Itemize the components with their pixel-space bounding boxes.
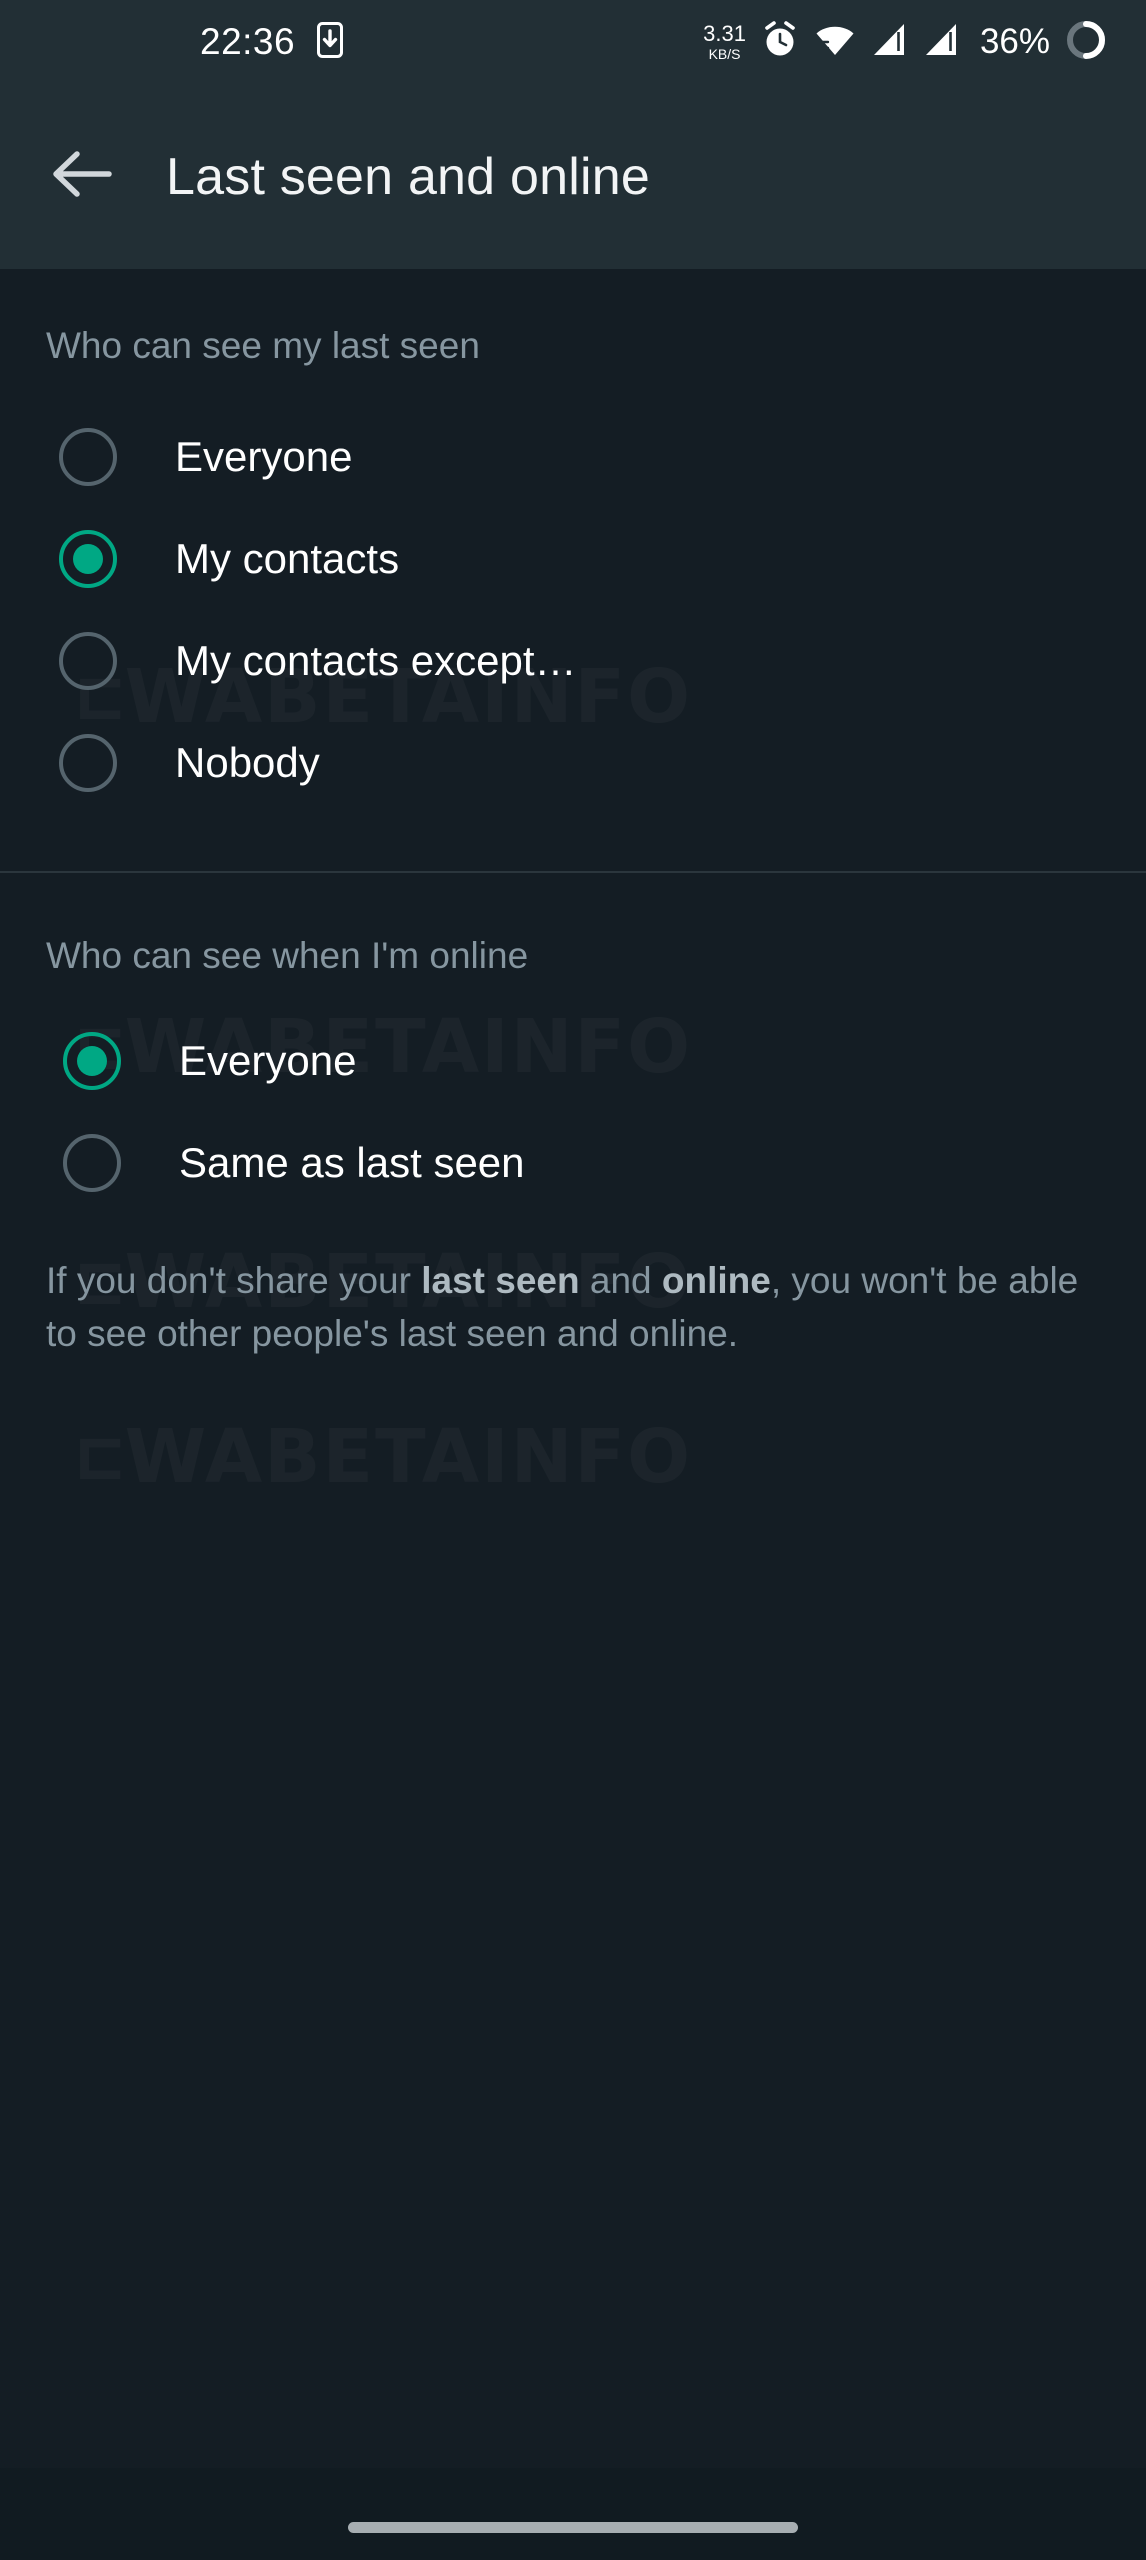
status-bar-left: 22:36 <box>200 21 344 63</box>
footnote-part2: and <box>579 1260 662 1301</box>
radio-indicator-my-contacts[interactable] <box>59 530 117 588</box>
radio-label-everyone: Everyone <box>175 433 353 480</box>
signal-bars-icon <box>870 21 908 64</box>
radio-indicator-my-contacts-except[interactable] <box>59 632 117 690</box>
signal-bars-2-icon <box>922 21 960 64</box>
radio-row-online-everyone[interactable]: Everyone <box>0 1021 1146 1101</box>
arrow-left-icon <box>51 148 113 205</box>
footnote-bold-online: online <box>661 1260 771 1301</box>
watermark-text: ⊏WABETAINFO <box>78 1420 692 1494</box>
radio-label-online-everyone: Everyone <box>179 1037 357 1084</box>
app-bar: Last seen and online <box>0 84 1146 269</box>
alarm-clock-icon <box>760 20 800 65</box>
battery-percent-label: 36% <box>979 22 1050 61</box>
status-bar: 22:36 3.31 KB/S 36% <box>0 0 1146 84</box>
radio-indicator-same-as-last-seen[interactable] <box>63 1134 121 1192</box>
radio-label-my-contacts: My contacts <box>175 535 400 582</box>
page-title: Last seen and online <box>166 147 650 206</box>
status-bar-right: 3.31 KB/S 36% <box>703 18 1108 67</box>
radio-indicator-online-everyone[interactable] <box>63 1032 121 1090</box>
network-speed-value: 3.31 <box>703 21 746 46</box>
radio-row-everyone[interactable]: Everyone <box>0 417 1146 497</box>
back-button[interactable] <box>22 117 142 237</box>
status-bar-clock: 22:36 <box>200 21 296 62</box>
phone-screen: ⊏WABETAINFO ⊏WABETAINFO ⊏WABETAINFO ⊏WAB… <box>0 0 1146 2560</box>
sim-card-download-icon <box>317 21 344 63</box>
home-gesture-pill[interactable] <box>348 2522 798 2533</box>
radio-row-same-as-last-seen[interactable]: Same as last seen <box>0 1123 1146 1203</box>
network-speed-unit: KB/S <box>708 46 741 62</box>
radio-label-same-as-last-seen: Same as last seen <box>179 1139 525 1186</box>
radio-label-nobody: Nobody <box>175 739 320 786</box>
battery-circle-icon <box>1064 18 1108 67</box>
settings-content: Who can see my last seen Everyone My con… <box>0 269 1146 1360</box>
wifi-icon <box>814 21 856 64</box>
section-online: Who can see when I'm online Everyone Sam… <box>0 873 1146 1203</box>
radio-indicator-everyone[interactable] <box>59 428 117 486</box>
network-speed-indicator: 3.31 KB/S <box>703 21 746 62</box>
radio-row-my-contacts-except[interactable]: My contacts except… <box>0 621 1146 701</box>
section-header-last-seen: Who can see my last seen <box>46 325 480 366</box>
radio-indicator-nobody[interactable] <box>59 734 117 792</box>
footnote-text: If you don't share your last seen and on… <box>0 1255 1146 1360</box>
system-navigation-bar <box>0 2468 1146 2560</box>
radio-row-nobody[interactable]: Nobody <box>0 723 1146 803</box>
section-header-online: Who can see when I'm online <box>46 935 529 976</box>
radio-label-my-contacts-except: My contacts except… <box>175 637 577 684</box>
footnote-part1: If you don't share your <box>46 1260 422 1301</box>
radio-row-my-contacts[interactable]: My contacts <box>0 519 1146 599</box>
section-last-seen: Who can see my last seen Everyone My con… <box>0 269 1146 803</box>
footnote-bold-last-seen: last seen <box>421 1260 580 1301</box>
